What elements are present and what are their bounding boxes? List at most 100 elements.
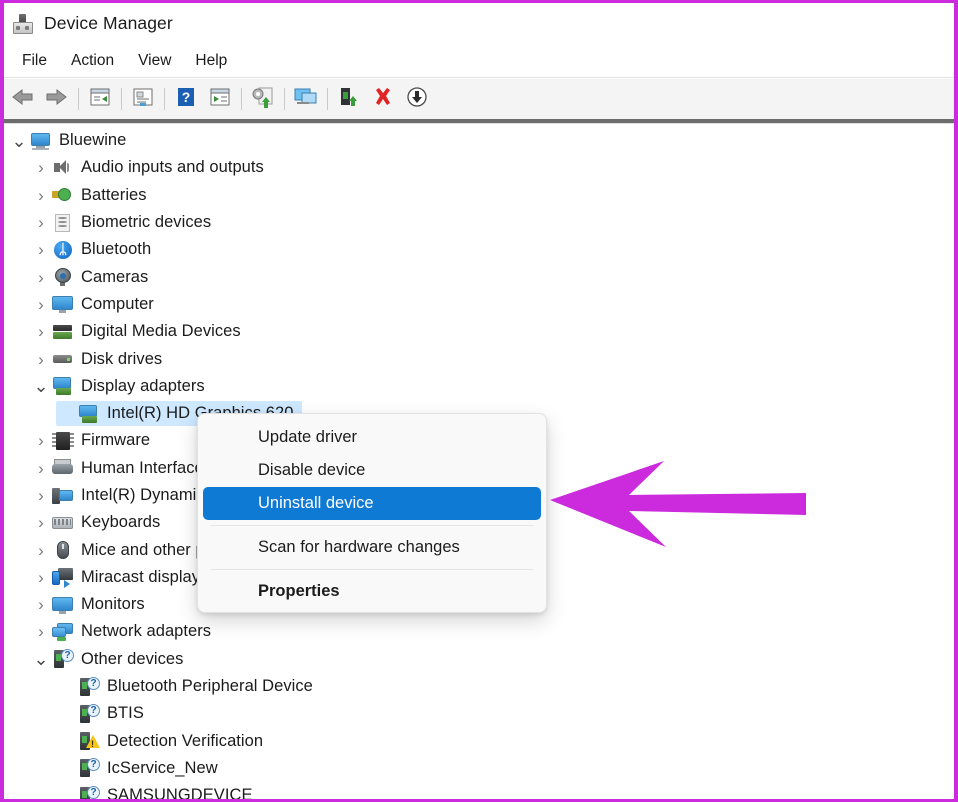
unknown-device-icon: ? [78,785,100,799]
toolbar-help-button[interactable]: ? [169,83,203,115]
context-menu-item-scan-for-hardware-changes[interactable]: Scan for hardware changes [203,531,541,564]
menu-action[interactable]: Action [59,49,126,73]
chevron-right-icon[interactable]: › [30,351,52,368]
tree-item[interactable]: › Network adapters [4,618,954,645]
chevron-right-icon[interactable]: › [30,432,52,449]
chevron-right-icon[interactable]: › [30,269,52,286]
toolbar-forward-button[interactable] [40,83,74,115]
chevron-down-icon[interactable]: ⌄ [8,132,30,150]
tree-item-label: Disk drives [81,349,163,368]
context-menu-item-update-driver[interactable]: Update driver [203,421,541,454]
toolbar-properties-button[interactable] [126,83,160,115]
tree-item-label: IcService_New [107,758,218,777]
tree-item[interactable]: › Cameras [4,263,954,290]
toolbar-separator [121,88,122,110]
download-icon [405,86,429,113]
hid-icon [52,458,74,478]
chevron-down-icon[interactable]: ⌄ [30,650,52,668]
context-menu-item-properties[interactable]: Properties [203,575,541,608]
bluetooth-icon: ᛦ [52,240,74,260]
toolbar: ? [4,79,954,119]
toolbar-back-button[interactable] [6,83,40,115]
tree-item-label: Other devices [81,649,184,668]
chevron-right-icon[interactable]: › [30,296,52,313]
keyboard-icon [52,513,74,533]
tree-item-label: SAMSUNGDEVICE [107,786,253,799]
device-manager-icon [12,13,34,35]
tree-item-label: Digital Media Devices [81,322,241,341]
tree-item[interactable]: › Batteries [4,182,954,209]
context-menu-item-uninstall-device[interactable]: Uninstall device [203,487,541,520]
chevron-right-icon[interactable]: › [30,460,52,477]
properties-icon [131,86,155,113]
tree-item[interactable]: ? Bluetooth Peripheral Device [4,673,954,700]
unknown-device-icon: ? [78,676,100,697]
chevron-right-icon[interactable]: › [30,487,52,504]
toolbar-separator [284,88,285,110]
tree-item-label: Display adapters [81,376,205,395]
toolbar-separator [164,88,165,110]
chevron-right-icon[interactable]: › [30,187,52,204]
title-bar: Device Manager [4,3,954,44]
tree-item[interactable]: ⌄? Other devices [4,646,954,673]
tree-item-label: Bluetooth [81,240,152,259]
monitor-icon [52,595,74,615]
tree-item[interactable]: › Digital Media Devices [4,318,954,345]
disk-drive-icon [52,349,74,369]
computer-icon [30,131,52,151]
menu-file[interactable]: File [10,49,59,73]
tree-item[interactable]: › Audio inputs and outputs [4,154,954,181]
back-icon [11,87,35,112]
tree-item[interactable]: › ᛦ Bluetooth [4,236,954,263]
tree-item-label: Bluewine [59,131,127,150]
menu-help[interactable]: Help [183,49,239,73]
chevron-right-icon[interactable]: › [30,569,52,586]
unknown-device-icon: ? [78,758,100,778]
tree-item[interactable]: ? BTIS [4,700,954,727]
warning-device-icon: ! [78,731,100,751]
toolbar-download-button[interactable] [400,83,434,115]
toolbar-show-hidden-devices-button[interactable] [203,83,237,115]
tree-item[interactable]: › Computer [4,291,954,318]
tree-item-label: Keyboards [81,513,161,532]
toolbar-disable-device-button[interactable] [332,83,366,115]
toolbar-scan-hardware-button[interactable] [289,83,323,115]
tree-item-label: Monitors [81,595,145,614]
tree-item[interactable]: ? IcService_New [4,755,954,782]
chevron-right-icon[interactable]: › [30,596,52,613]
toolbar-uninstall-device-button[interactable] [366,83,400,115]
show-hidden-devices-icon [208,86,232,113]
toolbar-up-one-level-button[interactable] [83,83,117,115]
toolbar-update-driver-button[interactable] [246,83,280,115]
tree-item-label: Bluetooth Peripheral Device [107,677,313,696]
fingerprint-icon [52,213,74,233]
chevron-right-icon[interactable]: › [30,623,52,640]
chevron-right-icon[interactable]: › [30,514,52,531]
chevron-down-icon[interactable]: ⌄ [30,377,52,395]
media-device-icon [52,322,74,342]
toolbar-separator [327,88,328,110]
toolbar-separator [241,88,242,110]
help-icon: ? [175,86,197,113]
context-menu-separator [210,569,534,570]
tree-item-label: Batteries [81,185,147,204]
tree-item[interactable]: ? SAMSUNGDEVICE [4,782,954,799]
battery-icon [52,185,74,205]
chevron-right-icon[interactable]: › [30,241,52,258]
device-manager-window: Device Manager File Action View Help ? ⌄… [0,0,958,802]
monitor-icon [52,294,74,314]
tree-item[interactable]: › Biometric devices [4,209,954,236]
context-menu-item-disable-device[interactable]: Disable device [203,454,541,487]
tree-item[interactable]: › Disk drives [4,345,954,372]
tree-item[interactable]: ⌄ Bluewine [4,127,954,154]
tree-item-label: Computer [81,294,154,313]
firmware-chip-icon [52,431,74,451]
chevron-right-icon[interactable]: › [30,214,52,231]
menu-view[interactable]: View [126,49,183,73]
chevron-right-icon[interactable]: › [30,542,52,559]
tree-item[interactable]: ! Detection Verification [4,728,954,755]
tree-item-label: Firmware [81,431,151,450]
chevron-right-icon[interactable]: › [30,159,52,176]
chevron-right-icon[interactable]: › [30,323,52,340]
tree-item[interactable]: ⌄ Display adapters [4,373,954,400]
